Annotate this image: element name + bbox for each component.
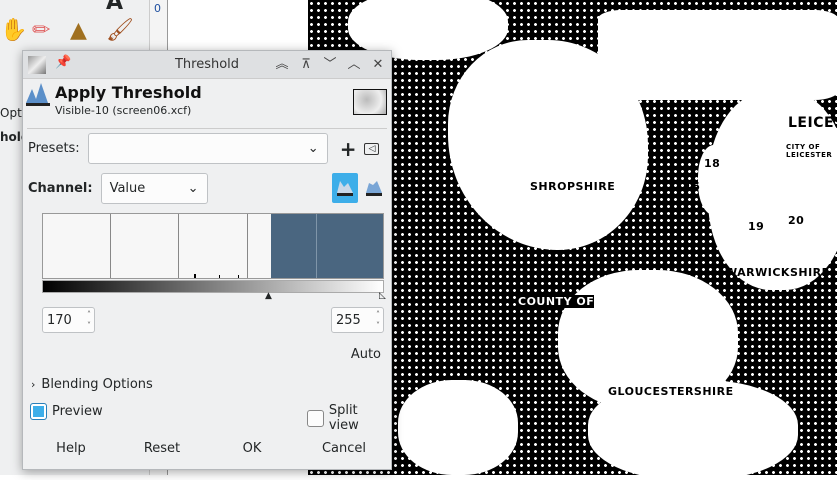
blending-options-expander[interactable]: › Blending Options	[31, 377, 153, 392]
threshold-dialog: 📌 Threshold ︽ ⊼ ﹀ ︿ ✕ Apply Threshold Vi…	[22, 50, 392, 470]
image-thumbnail	[353, 89, 387, 115]
auto-button[interactable]: Auto	[351, 347, 381, 362]
reset-button[interactable]: Reset	[127, 441, 197, 456]
ruler-zero: 0	[154, 2, 161, 15]
value-gradient	[42, 280, 384, 293]
shade-icon[interactable]: ⊼	[297, 56, 315, 74]
add-preset-icon[interactable]: +	[340, 137, 357, 161]
map-label: 20	[788, 214, 805, 227]
minimize-icon[interactable]: ﹀	[321, 56, 339, 74]
preview-label: Preview	[52, 404, 103, 419]
app-icon	[28, 56, 46, 74]
text-tool-icon[interactable]: A	[106, 0, 123, 15]
checkbox-checked-icon	[30, 403, 47, 420]
channel-value: Value	[109, 181, 146, 196]
presets-label: Presets:	[28, 141, 80, 156]
map-label: 16	[684, 180, 701, 193]
map-label: WARWICKSHIRE	[725, 266, 830, 279]
smudge-tool-icon[interactable]: ✋	[0, 18, 27, 43]
threshold-icon	[26, 83, 50, 106]
title-bar[interactable]: 📌 Threshold ︽ ⊼ ﹀ ︿ ✕	[23, 51, 391, 79]
linear-histogram-button[interactable]	[332, 173, 358, 203]
image-subtitle: Visible-10 (screen06.xcf)	[55, 104, 192, 117]
channel-label: Channel:	[28, 181, 93, 196]
map-label: 19	[748, 220, 765, 233]
map-label: LEICES	[788, 115, 837, 131]
dialog-heading: Apply Threshold	[55, 83, 202, 102]
tool-options-label: Opt	[0, 106, 22, 120]
map-label: GLOUCESTERSHIRE	[608, 385, 734, 398]
checkbox-unchecked-icon	[307, 409, 324, 427]
keep-above-icon[interactable]: ︽	[273, 56, 291, 74]
low-value: 170	[47, 312, 72, 328]
paintbrush-tool-icon[interactable]: 🖌	[106, 18, 134, 43]
maximize-icon[interactable]: ︿	[345, 56, 363, 74]
split-view-checkbox[interactable]: Split view	[307, 403, 391, 433]
preview-checkbox[interactable]: Preview	[30, 403, 103, 420]
histogram[interactable]	[42, 213, 384, 279]
cancel-button[interactable]: Cancel	[309, 441, 379, 456]
clone-stamp-tool-icon[interactable]: ▲	[70, 18, 87, 43]
low-threshold-handle[interactable]: ▲	[265, 291, 272, 301]
map-label: COUNTY OF	[518, 295, 595, 308]
low-threshold-spinner[interactable]: 170 ˄ ˅	[42, 307, 95, 333]
chevron-right-icon: ›	[31, 378, 36, 391]
threshold-range	[271, 214, 383, 278]
chevron-down-icon: ⌄	[187, 181, 199, 196]
log-histogram-button[interactable]	[361, 173, 387, 203]
blending-label: Blending Options	[41, 377, 153, 392]
preset-menu-icon[interactable]: ◁	[364, 142, 380, 155]
map-label: SHROPSHIRE	[530, 180, 616, 193]
chevron-down-icon: ⌄	[307, 141, 319, 156]
split-label: Split view	[328, 403, 359, 433]
map-label: CITY OF LEICESTER	[786, 143, 833, 159]
map-label: 18	[704, 157, 721, 170]
close-icon[interactable]: ✕	[369, 56, 387, 74]
high-threshold-spinner[interactable]: 255 ˄ ˅	[331, 307, 384, 333]
help-button[interactable]: Help	[36, 441, 106, 456]
eraser-tool-icon[interactable]: ✏	[32, 18, 50, 43]
channel-combo[interactable]: Value ⌄	[100, 173, 208, 204]
high-value: 255	[336, 312, 361, 328]
pin-icon[interactable]: 📌	[55, 55, 71, 70]
dialog-header: Apply Threshold Visible-10 (screen06.xcf…	[23, 81, 391, 125]
high-threshold-handle[interactable]: ◺	[379, 291, 386, 301]
ok-button[interactable]: OK	[217, 441, 287, 456]
presets-combo[interactable]: ⌄	[87, 133, 328, 164]
